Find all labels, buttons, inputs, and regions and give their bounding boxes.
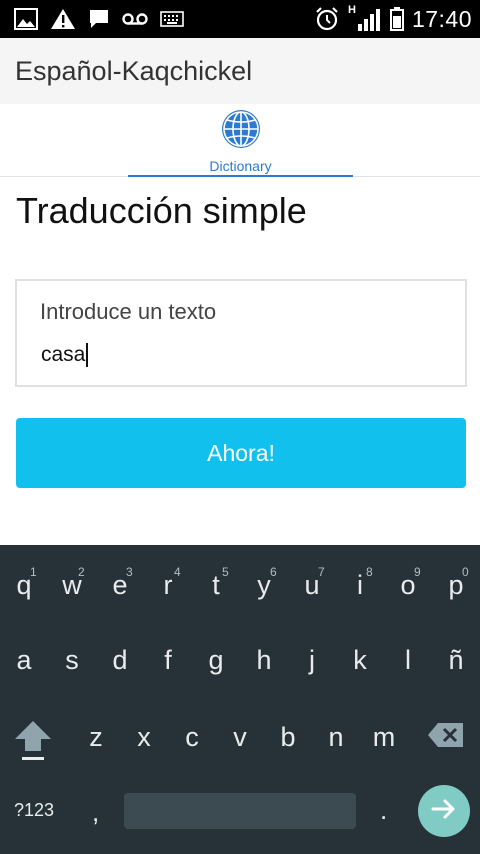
key-label: i (357, 570, 363, 600)
key-hint: 3 (126, 565, 133, 579)
key-t[interactable]: 5t (192, 565, 240, 601)
key-k[interactable]: k (336, 645, 384, 676)
key-p[interactable]: 0p (432, 565, 480, 601)
arrow-right-icon (431, 798, 457, 825)
key-u[interactable]: 7u (288, 565, 336, 601)
tab-dictionary[interactable]: Dictionary (128, 104, 353, 177)
key-label: r (163, 570, 173, 600)
key-b[interactable]: b (264, 722, 312, 753)
key-hint: 9 (414, 565, 421, 579)
soft-keyboard: 1q 2w 3e 4r 5t 6y 7u 8i 9o 0p a s d f g … (0, 545, 480, 854)
image-notification-icon (14, 8, 38, 30)
period-key[interactable]: . (380, 795, 387, 826)
symbols-key[interactable]: ?123 (14, 800, 54, 821)
tab-indicator (128, 175, 353, 177)
app-bar: Español-Kaqchickel (0, 38, 480, 104)
space-key[interactable] (124, 793, 356, 829)
key-hint: 7 (318, 565, 325, 579)
text-input-field[interactable]: Introduce un texto casa (15, 279, 467, 387)
key-w[interactable]: 2w (48, 565, 96, 601)
text-input[interactable]: casa (41, 343, 89, 367)
backspace-icon (426, 723, 466, 753)
key-a[interactable]: a (0, 645, 48, 676)
key-hint: 5 (222, 565, 229, 579)
key-c[interactable]: c (168, 722, 216, 753)
page-title: Traducción simple (16, 190, 307, 231)
key-hint: 1 (30, 565, 37, 579)
network-type-label: H (347, 4, 356, 16)
key-hint: 2 (78, 565, 85, 579)
tab-label: Dictionary (209, 158, 272, 174)
key-i[interactable]: 8i (336, 565, 384, 601)
key-hint: 0 (462, 565, 469, 579)
keyboard-icon (160, 11, 184, 27)
key-l[interactable]: l (384, 645, 432, 676)
chat-bubble-icon (88, 8, 110, 30)
key-o[interactable]: 9o (384, 565, 432, 601)
key-d[interactable]: d (96, 645, 144, 676)
translate-button[interactable]: Ahora! (16, 418, 466, 488)
key-z[interactable]: z (72, 722, 120, 753)
key-h[interactable]: h (240, 645, 288, 676)
key-n[interactable]: n (312, 722, 360, 753)
key-v[interactable]: v (216, 722, 264, 753)
text-cursor (86, 343, 89, 367)
key-hint: 4 (174, 565, 181, 579)
key-hint: 6 (270, 565, 277, 579)
status-bar: H 17:40 (0, 0, 480, 38)
battery-icon (389, 7, 404, 31)
key-s[interactable]: s (48, 645, 96, 676)
shift-key[interactable] (14, 719, 52, 768)
clock-time: 17:40 (411, 5, 472, 32)
app-title: Español-Kaqchickel (15, 55, 253, 86)
key-f[interactable]: f (144, 645, 192, 676)
key-q[interactable]: 1q (0, 565, 48, 601)
comma-key[interactable]: , (92, 797, 99, 828)
key-y[interactable]: 6y (240, 565, 288, 601)
warning-icon (50, 8, 76, 30)
tab-bar: Dictionary (0, 104, 480, 177)
input-value: casa (41, 343, 86, 366)
shift-icon (14, 721, 52, 767)
key-x[interactable]: x (120, 722, 168, 753)
enter-key[interactable] (418, 785, 470, 837)
alarm-icon (314, 6, 340, 32)
key-label: y (257, 570, 271, 600)
key-m[interactable]: m (360, 722, 408, 753)
key-hint: 8 (366, 565, 373, 579)
input-label: Introduce un texto (40, 299, 217, 324)
signal-icon: H (347, 4, 382, 32)
key-r[interactable]: 4r (144, 565, 192, 601)
key-g[interactable]: g (192, 645, 240, 676)
key-e[interactable]: 3e (96, 565, 144, 601)
globe-icon (221, 109, 261, 154)
key-enye[interactable]: ñ (432, 645, 480, 676)
key-j[interactable]: j (288, 645, 336, 676)
voicemail-icon (122, 11, 148, 27)
key-label: t (212, 570, 220, 600)
backspace-key[interactable] (426, 721, 466, 754)
